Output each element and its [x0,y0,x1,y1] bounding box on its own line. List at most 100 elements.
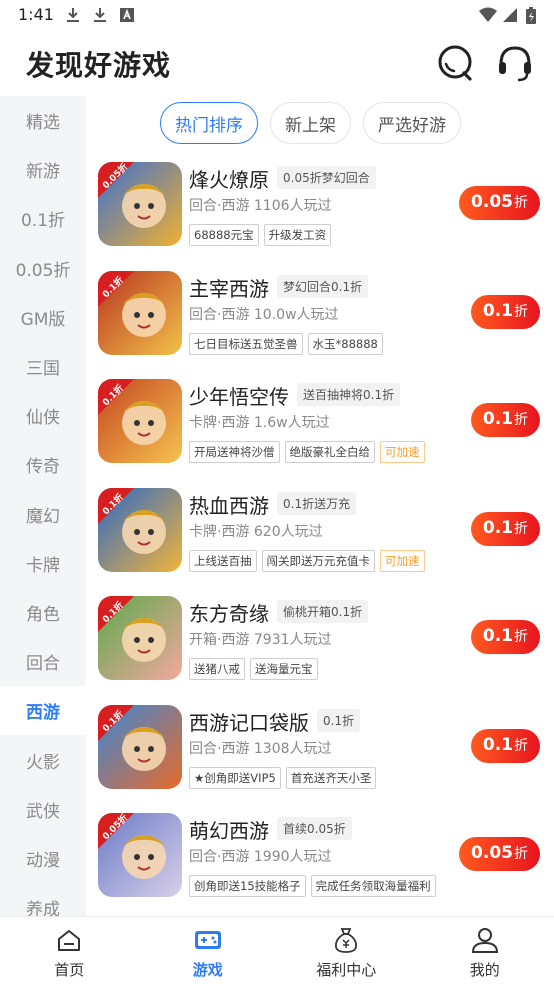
sidebar-item[interactable]: 新游 [0,145,86,194]
discount-unit: 折 [514,737,528,754]
discount-value: 0.1 [482,626,513,646]
sidebar-item[interactable]: 武侠 [0,785,86,834]
game-icon[interactable]: 0.05折 [98,162,182,246]
game-tag: 升级发工资 [263,224,332,246]
search-icon[interactable] [434,42,476,84]
signal-icon [503,8,517,22]
game-icon[interactable]: 0.1折 [98,379,182,463]
discount-value: 0.05 [471,843,513,863]
sidebar-item[interactable]: 0.1折 [0,194,86,243]
download-icon [67,8,79,22]
game-tag: 送海量元宝 [250,658,318,680]
home-icon [58,930,81,951]
download-icon [94,8,106,22]
game-tag: 七日目标送五觉圣兽 [189,332,303,355]
game-row[interactable]: 0.05折 烽火燎原 0.05折梦幻回合 回合·西游 1106人玩过 68888元宝 升级… [86,156,554,265]
game-row[interactable]: 0.1折 主宰西游 梦幻回合0.1折 回合·西游 10.0w人玩过 七日目标送五觉圣兽水… [86,265,554,374]
sort-tab[interactable]: 热门排序 [160,102,258,144]
game-name[interactable]: 西游记口袋版 [189,707,309,736]
tag-list: 上线送百抽 闯关即送万元充值卡 可加速 [189,549,430,572]
discount-unit: 折 [514,412,528,428]
discount-button[interactable]: 0.1 折 [470,620,540,654]
game-tag: 绝版豪礼全白给 [284,441,375,463]
sidebar-item[interactable]: 三国 [0,342,86,391]
promo-badge: 梦幻回合0.1折 [277,274,369,298]
discount-value: 0.1 [482,517,513,538]
discount-unit: 折 [514,195,528,211]
bottom-nav: 首页 游戏 福利中心 我的 [0,916,554,984]
nav-item[interactable]: 首页 [0,917,139,984]
sidebar-item[interactable]: 西游 [0,686,86,736]
promo-badge: 送百抽神将0.1折 [297,383,401,406]
speed-up-tag: 可加速 [380,441,425,463]
game-row[interactable]: 0.05折 萌幻西游 首续0.05折 回合·西游 1990人玩过 创角即送15技能格子完… [86,807,554,916]
category-sidebar: 精选 新游 0.1折 0.05折 GM版 三国 仙侠 传奇 魔幻 卡牌 角色 回合 西游 火影 武侠 动漫 养成 [0,96,86,916]
nav-label: 首页 [54,961,85,979]
sidebar-item[interactable]: 卡牌 [0,539,86,588]
game-tag: 送猪八戒 [189,658,245,680]
sidebar-item[interactable]: GM版 [0,293,86,342]
discount-value: 0.1 [482,734,513,755]
discount-unit: 折 [514,629,528,645]
discount-button[interactable]: 0.05 折 [459,186,540,220]
game-list: 0.05折 烽火燎原 0.05折梦幻回合 回合·西游 1106人玩过 68888元宝 升级… [86,156,554,916]
discount-button[interactable]: 0.1 折 [470,403,540,437]
sidebar-item[interactable]: 魔幻 [0,490,86,539]
game-icon[interactable]: 0.1折 [98,596,182,680]
promo-badge: 0.1折送万充 [277,491,357,515]
app-header: 发现好游戏 [0,30,554,96]
sort-tab[interactable]: 新上架 [270,102,351,144]
sidebar-item[interactable]: 传奇 [0,440,86,489]
nav-item[interactable]: 福利中心 [277,917,416,984]
money-bag-icon [335,928,358,953]
game-icon[interactable]: 0.1折 [98,704,182,789]
discount-button[interactable]: 0.1 折 [470,294,540,329]
game-tag: 首充送齐天小圣 [285,766,377,789]
sidebar-item[interactable]: 回合 [0,637,86,686]
sidebar-item[interactable]: 仙侠 [0,391,86,440]
game-row[interactable]: 0.1折 东方奇缘 偷桃开箱0.1折 开箱·西游 7931人玩过 送猪八戒 送海量元宝 0.… [86,590,554,699]
game-name[interactable]: 烽火燎原 [189,164,269,193]
wifi-icon [479,7,497,22]
sidebar-item[interactable]: 火影 [0,735,86,784]
nav-item[interactable]: 我的 [416,917,554,984]
nav-item[interactable]: 游戏 [139,917,278,984]
discount-unit: 折 [514,303,528,320]
game-meta: 回合·西游 10.0w人玩过 [189,306,339,323]
game-icon[interactable]: 0.05折 [98,813,182,897]
game-row[interactable]: 0.1折 少年悟空传 送百抽神将0.1折 卡牌·西游 1.6w人玩过 开局送神将沙僧 绝版… [86,373,554,482]
sort-tab[interactable]: 严选好游 [363,102,461,144]
game-tag: 开局送神将沙僧 [189,441,280,463]
game-meta: 开箱·西游 7931人玩过 [189,632,332,648]
status-bar: 1:41 [0,0,554,30]
game-name[interactable]: 东方奇缘 [189,598,269,627]
discount-unit: 折 [514,520,528,537]
game-tag: 水玉*88888 [307,332,383,355]
promo-badge: 0.1折 [317,708,361,732]
game-name[interactable]: 萌幻西游 [189,815,269,844]
sidebar-item[interactable]: 精选 [0,96,86,145]
customer-service-icon[interactable] [494,42,536,84]
discount-button[interactable]: 0.1 折 [470,728,540,763]
game-row[interactable]: 0.1折 西游记口袋版 0.1折 回合·西游 1308人玩过 ★创角即送VIP5 首充送齐… [86,699,554,808]
game-name[interactable]: 主宰西游 [189,273,269,302]
sidebar-item[interactable]: 养成 [0,883,86,916]
game-tag: ★创角即送VIP5 [189,766,281,789]
game-name[interactable]: 热血西游 [189,490,269,519]
nav-label: 游戏 [192,961,223,979]
game-icon[interactable]: 0.1折 [98,487,182,572]
game-row[interactable]: 0.1折 热血西游 0.1折送万充 卡牌·西游 620人玩过 上线送百抽 闯关即送万元充值… [86,482,554,591]
tag-list: 创角即送15技能格子 完成任务领取海量福利 [189,875,441,897]
tag-list: 68888元宝 升级发工资 [189,224,336,246]
sidebar-item[interactable]: 0.05折 [0,244,86,293]
discount-value: 0.1 [482,300,513,321]
sidebar-item[interactable]: 动漫 [0,834,86,883]
profile-icon [471,928,498,953]
sidebar-item[interactable]: 角色 [0,588,86,637]
game-name[interactable]: 少年悟空传 [189,381,289,410]
discount-button[interactable]: 0.05 折 [459,837,540,871]
discount-value: 0.1 [482,409,513,429]
discount-button[interactable]: 0.1 折 [470,511,540,546]
game-icon[interactable]: 0.1折 [98,270,182,355]
game-meta: 回合·西游 1308人玩过 [189,740,332,757]
